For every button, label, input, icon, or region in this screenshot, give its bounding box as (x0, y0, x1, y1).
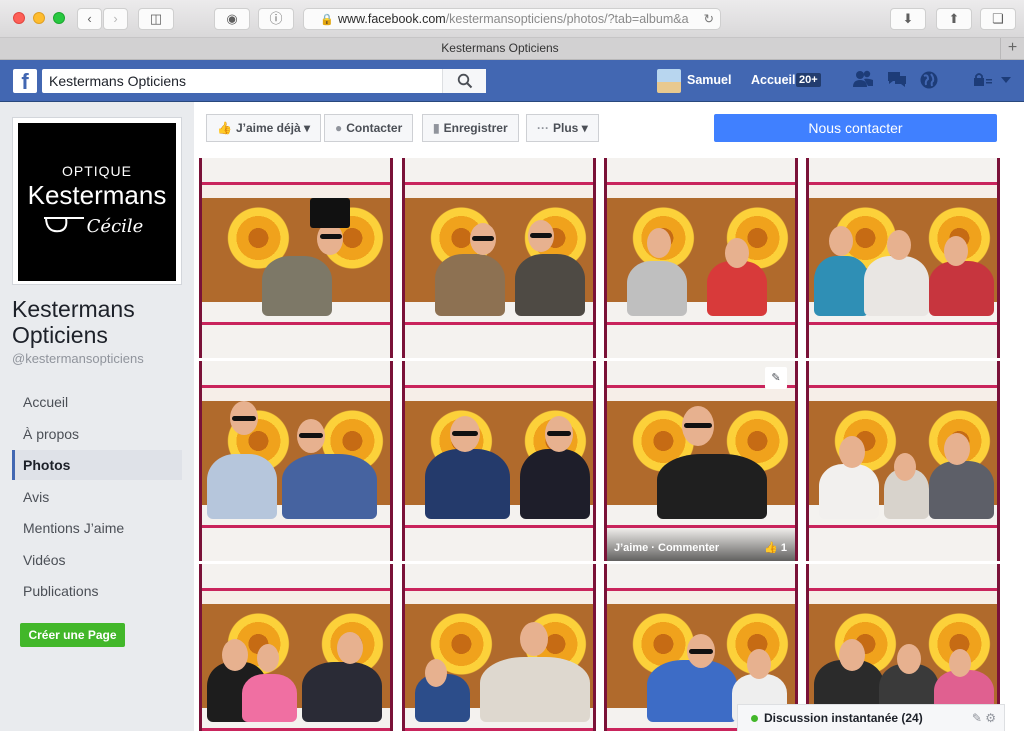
save-label: Enregistrer (443, 121, 508, 135)
photo-thumbnail[interactable] (199, 361, 393, 561)
top-hat-prop (310, 198, 350, 228)
logo-text-cecile: Cécile (86, 216, 144, 237)
photo-thumbnail[interactable] (402, 564, 596, 731)
logo-text-optique: OPTIQUE (61, 163, 132, 179)
address-bar[interactable]: 🔒 www.facebook.com/kestermansopticiens/ph… (303, 8, 721, 30)
maximize-window-button[interactable] (53, 12, 65, 24)
thumbs-up-icon: 👍 (217, 121, 232, 135)
sidebar-item-publications[interactable]: Publications (12, 576, 182, 606)
reload-icon[interactable]: ↻ (704, 9, 714, 29)
friend-requests-icon[interactable] (852, 70, 874, 93)
chevron-down-icon: ▾ (304, 121, 311, 135)
user-avatar[interactable] (657, 69, 681, 93)
liked-label: J’aime déjà (235, 121, 301, 135)
sidebar-item-a-propos[interactable]: À propos (12, 419, 182, 449)
photo-thumbnail[interactable] (199, 564, 393, 731)
photo-hover-overlay: J’aime · Commenter 👍 1 (607, 527, 795, 561)
privacy-shield-icon[interactable]: ◉ (214, 8, 250, 30)
browser-titlebar: ‹ › ◫ ◉ ⓘ 🔒 www.facebook.com/kestermansop… (0, 0, 1024, 38)
page-username[interactable]: @kestermansopticiens (12, 351, 144, 366)
settings-menu-icon[interactable] (973, 72, 1015, 91)
page-name[interactable]: Kestermans Opticiens (12, 296, 192, 348)
close-window-button[interactable] (13, 12, 25, 24)
home-badge: 20+ (796, 73, 821, 87)
search-button[interactable] (442, 69, 486, 93)
search-box (42, 69, 486, 93)
photo-thumbnail[interactable] (604, 158, 798, 358)
contact-label: Contacter (346, 121, 403, 135)
messenger-icon: ● (335, 121, 343, 135)
like-count: 👍 1 (764, 541, 787, 554)
user-name-link[interactable]: Samuel (687, 73, 731, 87)
new-tab-button[interactable]: + (1000, 38, 1024, 60)
like-comment-links[interactable]: J’aime · Commenter (614, 542, 719, 554)
contact-button[interactable]: ● Contacter (324, 114, 414, 142)
sidebar-item-avis[interactable]: Avis (12, 482, 182, 512)
liked-button[interactable]: 👍 J’aime déjà ▾ (206, 114, 322, 142)
sidebar-toggle-icon[interactable]: ◫ (138, 8, 174, 30)
photo-thumbnail[interactable] (199, 158, 393, 358)
more-button[interactable]: ··· Plus ▾ (526, 114, 599, 142)
lock-icon: 🔒 (320, 14, 334, 26)
photo-grid: ✎ J’aime · Commenter 👍 1 (194, 155, 1024, 731)
download-icon[interactable]: ⬇ (890, 8, 926, 30)
minimize-window-button[interactable] (33, 12, 45, 24)
profile-picture-frame[interactable]: OPTIQUE Kestermans Cécile (12, 117, 182, 285)
back-icon[interactable]: ‹ (77, 8, 102, 30)
chat-settings-gear-icon[interactable]: ⚙ (985, 711, 996, 725)
forward-icon[interactable]: › (103, 8, 128, 30)
sidebar-item-photos[interactable]: Photos (12, 450, 182, 480)
chat-label: Discussion instantanée (24) (764, 711, 923, 725)
logo-text-kestermans: Kestermans (27, 180, 167, 210)
tabs-overview-icon[interactable]: ❏ (980, 8, 1016, 30)
search-input[interactable] (42, 69, 442, 93)
like-count-value: 1 (780, 542, 787, 554)
share-icon[interactable]: ⬆ (936, 8, 972, 30)
photo-thumbnail[interactable] (806, 361, 1000, 561)
search-icon (457, 73, 472, 89)
photo-thumbnail[interactable] (402, 158, 596, 358)
create-page-button[interactable]: Créer une Page (20, 623, 125, 647)
tab-title[interactable]: Kestermans Opticiens (0, 41, 1000, 55)
tab-bar: Kestermans Opticiens + (0, 38, 1024, 60)
more-dots-icon: ··· (537, 121, 549, 135)
url-path: /kestermansopticiens/photos/?tab=album&a (445, 12, 689, 26)
edit-pencil-icon[interactable]: ✎ (765, 367, 787, 389)
thumbs-up-icon: 👍 (764, 542, 778, 554)
sidebar-item-videos[interactable]: Vidéos (12, 545, 182, 575)
contact-us-button[interactable]: Nous contacter (714, 114, 997, 142)
new-message-icon[interactable]: ✎ (972, 711, 982, 725)
sidebar-item-mentions-jaime[interactable]: Mentions J’aime (12, 513, 182, 543)
photo-thumbnail[interactable] (402, 361, 596, 561)
page-action-bar: 👍 J’aime déjà ▾ ● Contacter ▮ Enregistrer ·… (194, 102, 1024, 155)
photo-thumbnail-hovered[interactable]: ✎ J’aime · Commenter 👍 1 (604, 361, 798, 561)
facebook-logo[interactable]: f (13, 69, 37, 93)
info-icon[interactable]: ⓘ (258, 8, 294, 30)
save-button[interactable]: ▮ Enregistrer (422, 114, 519, 142)
more-label: Plus (553, 121, 579, 135)
sidebar-item-accueil[interactable]: Accueil (12, 387, 182, 417)
profile-picture[interactable]: OPTIQUE Kestermans Cécile (18, 123, 176, 281)
notifications-globe-icon[interactable] (919, 70, 939, 95)
bookmark-icon: ▮ (433, 121, 440, 135)
photo-thumbnail[interactable] (806, 158, 1000, 358)
chevron-down-icon: ▾ (581, 121, 588, 135)
url-host: www.facebook.com (338, 12, 446, 26)
home-link[interactable]: Accueil (751, 73, 795, 87)
messages-icon[interactable] (886, 70, 908, 93)
online-status-icon (751, 715, 758, 722)
chat-bar[interactable]: Discussion instantanée (24) ✎ ⚙ (737, 704, 1005, 731)
